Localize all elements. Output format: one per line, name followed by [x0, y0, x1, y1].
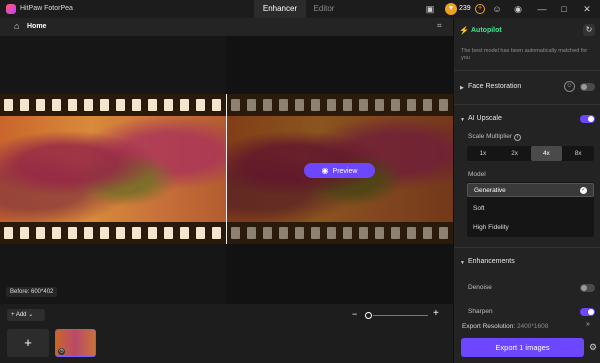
ai-upscale-label[interactable]: AI Upscale	[468, 115, 502, 122]
sharpen-toggle[interactable]	[580, 308, 595, 316]
face-restoration-label[interactable]: Face Restoration	[468, 83, 521, 90]
add-label: + Add	[11, 312, 27, 318]
app-title: HitPaw FotorPea	[20, 5, 73, 12]
scale-option-2x[interactable]: 2x	[499, 146, 531, 161]
chevron-down-icon: ⌄	[28, 312, 34, 318]
image-canvas[interactable]: ◉ Preview Before: 600*402	[0, 36, 453, 304]
ai-upscale-toggle[interactable]	[580, 115, 595, 123]
add-credits-button[interactable]: +	[475, 4, 485, 14]
feedback-icon[interactable]: ☺	[491, 3, 503, 15]
face-restoration-toggle[interactable]	[580, 83, 595, 91]
enhancements-label[interactable]: Enhancements	[468, 258, 515, 265]
credits-coin-icon[interactable]: ♥	[445, 3, 457, 15]
scale-option-8x[interactable]: 8x	[562, 146, 594, 161]
app-logo-icon	[6, 4, 16, 14]
zoom-slider-track[interactable]	[373, 315, 428, 316]
autopilot-label: Autopilot	[471, 27, 502, 34]
title-bar: HitPaw FotorPea Enhancer Editor ▣ ♥ 239 …	[0, 0, 600, 18]
image-thumbnail[interactable]: ◷	[55, 329, 96, 357]
home-bar: ⌂ Home ⌗	[0, 18, 453, 36]
scale-option-1x[interactable]: 1x	[467, 146, 499, 161]
minimize-icon[interactable]: —	[536, 3, 548, 15]
caret-down-icon[interactable]: ▼	[460, 260, 465, 266]
maximize-icon[interactable]: □	[558, 3, 570, 15]
sharpen-label: Sharpen	[468, 308, 493, 315]
caret-down-icon[interactable]: ▼	[460, 117, 465, 123]
check-icon: ✓	[580, 187, 587, 194]
refresh-icon[interactable]: ↻	[583, 24, 595, 36]
bolt-icon: ⚡	[459, 26, 469, 35]
model-option-high-fidelity[interactable]: High Fidelity	[467, 221, 594, 235]
face-icon[interactable]: ☺	[564, 81, 575, 92]
export-resolution-label: Export Resolution:	[462, 323, 516, 330]
model-option-label: Soft	[473, 205, 485, 212]
gear-icon[interactable]: ⚙	[589, 342, 597, 353]
credits-count: 239	[459, 5, 471, 12]
model-option-label: Generative	[474, 187, 506, 194]
autopilot-section: ⚡ Autopilot ↻ The best model has been au…	[459, 23, 596, 65]
zoom-slider-handle[interactable]	[365, 312, 372, 319]
close-icon[interactable]: ✕	[581, 3, 593, 15]
model-label: Model	[468, 171, 486, 178]
divider	[454, 104, 600, 105]
home-icon[interactable]: ⌂	[14, 21, 19, 31]
home-link[interactable]: Home	[27, 23, 46, 30]
chevron-double-down-icon[interactable]: »	[586, 321, 590, 328]
add-dropdown-button[interactable]: + Add ⌄	[7, 309, 45, 321]
export-button[interactable]: Export 1 images	[461, 338, 584, 357]
tab-editor[interactable]: Editor	[306, 0, 342, 18]
scale-multiplier-text: Scale Multiplier	[468, 133, 513, 140]
info-icon[interactable]: i	[514, 134, 522, 141]
export-resolution: Export Resolution: 2400*1608	[462, 323, 548, 330]
message-icon[interactable]: ▣	[424, 3, 436, 15]
model-option-label: High Fidelity	[473, 224, 509, 231]
crop-icon[interactable]: ⌗	[437, 21, 442, 31]
zoom-in-button[interactable]: +	[433, 308, 439, 319]
denoise-toggle[interactable]	[580, 284, 595, 292]
export-resolution-value: 2400*1608	[516, 323, 549, 330]
model-option-soft[interactable]: Soft	[467, 202, 594, 216]
bottom-bar: + Add ⌄ − + + ◷	[0, 304, 453, 363]
settings-panel: ⚡ Autopilot ↻ The best model has been au…	[453, 18, 600, 363]
zoom-out-button[interactable]: −	[352, 309, 357, 319]
thumbnail-status-icon: ◷	[58, 348, 65, 355]
caret-right-icon[interactable]: ▶	[460, 85, 464, 91]
autopilot-description: The best model has been automatically ma…	[461, 48, 588, 61]
divider	[454, 247, 600, 248]
before-size-label: Before: 600*402	[6, 287, 58, 297]
scale-option-4x[interactable]: 4x	[530, 146, 563, 161]
compare-divider[interactable]	[226, 94, 227, 244]
preview-label: Preview	[332, 168, 358, 175]
preview-button[interactable]: ◉ Preview	[304, 163, 375, 178]
scale-multiplier-label: Scale Multiplier i	[468, 133, 522, 141]
divider	[454, 70, 600, 71]
add-image-button[interactable]: +	[7, 329, 49, 357]
denoise-label: Denoise	[468, 284, 492, 291]
model-option-generative[interactable]: Generative ✓	[467, 183, 594, 197]
account-icon[interactable]: ◉	[512, 3, 524, 15]
model-list: Generative ✓ Soft High Fidelity	[467, 182, 594, 237]
scale-multiplier-selector: 1x 2x 4x 8x	[467, 146, 594, 161]
tab-enhancer[interactable]: Enhancer	[254, 0, 306, 18]
before-image	[0, 94, 226, 244]
eye-icon: ◉	[321, 166, 329, 175]
